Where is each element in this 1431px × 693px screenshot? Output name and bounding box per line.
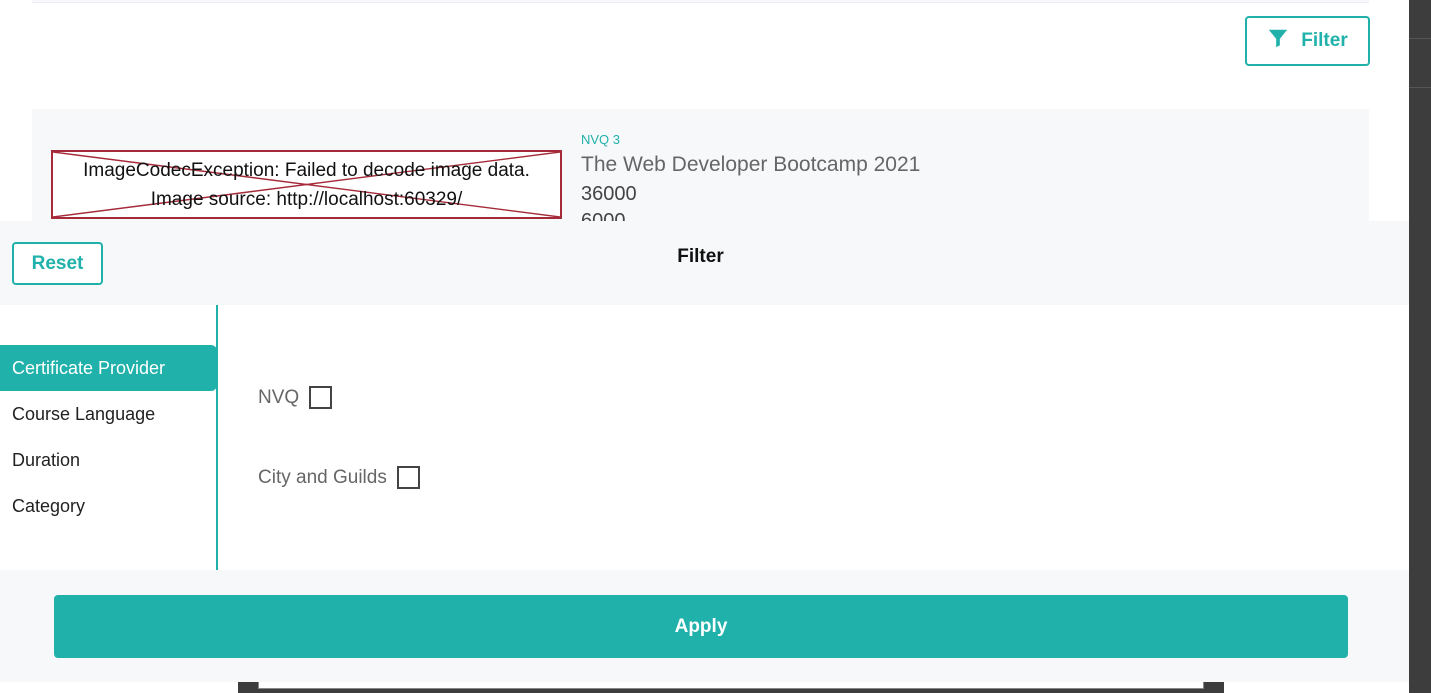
modal-footer: Apply bbox=[0, 570, 1409, 682]
tab-certificate-provider[interactable]: Certificate Provider bbox=[0, 345, 217, 391]
scrollbar-thumb[interactable] bbox=[1409, 38, 1431, 88]
scrollbar[interactable] bbox=[1409, 0, 1431, 693]
course-secondary-price: 6000 bbox=[581, 212, 626, 221]
apply-button[interactable]: Apply bbox=[54, 595, 1348, 658]
tab-category[interactable]: Category bbox=[0, 483, 217, 529]
tab-course-language[interactable]: Course Language bbox=[0, 391, 217, 437]
option-label: NVQ bbox=[258, 386, 300, 408]
background-overlay-edge bbox=[238, 681, 1224, 693]
open-filter-button[interactable]: Filter bbox=[1245, 16, 1370, 66]
background-input-edge bbox=[258, 681, 1204, 689]
image-error-message: ImageCodecException: Failed to decode im… bbox=[53, 156, 560, 214]
course-tag: NVQ 3 bbox=[581, 132, 621, 147]
image-error-line: Image source: http://localhost:60329/ bbox=[150, 189, 463, 210]
broken-image-placeholder: ImageCodecException: Failed to decode im… bbox=[51, 150, 562, 219]
option-nvq[interactable]: NVQ bbox=[258, 386, 333, 409]
tab-duration[interactable]: Duration bbox=[0, 437, 217, 483]
modal-title: Filter bbox=[677, 246, 724, 267]
modal-header: Reset Filter bbox=[0, 221, 1409, 305]
open-filter-label: Filter bbox=[1301, 30, 1348, 51]
filter-category-tabs: Certificate Provider Course Language Dur… bbox=[0, 305, 218, 570]
nvq-checkbox[interactable] bbox=[309, 386, 333, 409]
filter-modal: Reset Filter Certificate Provider Course… bbox=[0, 221, 1409, 682]
image-error-line: ImageCodecException: Failed to decode im… bbox=[83, 160, 530, 181]
course-card[interactable]: ImageCodecException: Failed to decode im… bbox=[32, 109, 1369, 221]
previous-card-edge bbox=[32, 0, 1369, 3]
option-city-and-guilds[interactable]: City and Guilds bbox=[258, 466, 420, 489]
city-and-guilds-checkbox[interactable] bbox=[396, 466, 420, 489]
funnel-icon bbox=[1267, 27, 1289, 55]
option-label: City and Guilds bbox=[258, 466, 387, 488]
course-title[interactable]: The Web Developer Bootcamp 2021 bbox=[581, 153, 920, 177]
course-price: 36000 bbox=[581, 183, 637, 205]
